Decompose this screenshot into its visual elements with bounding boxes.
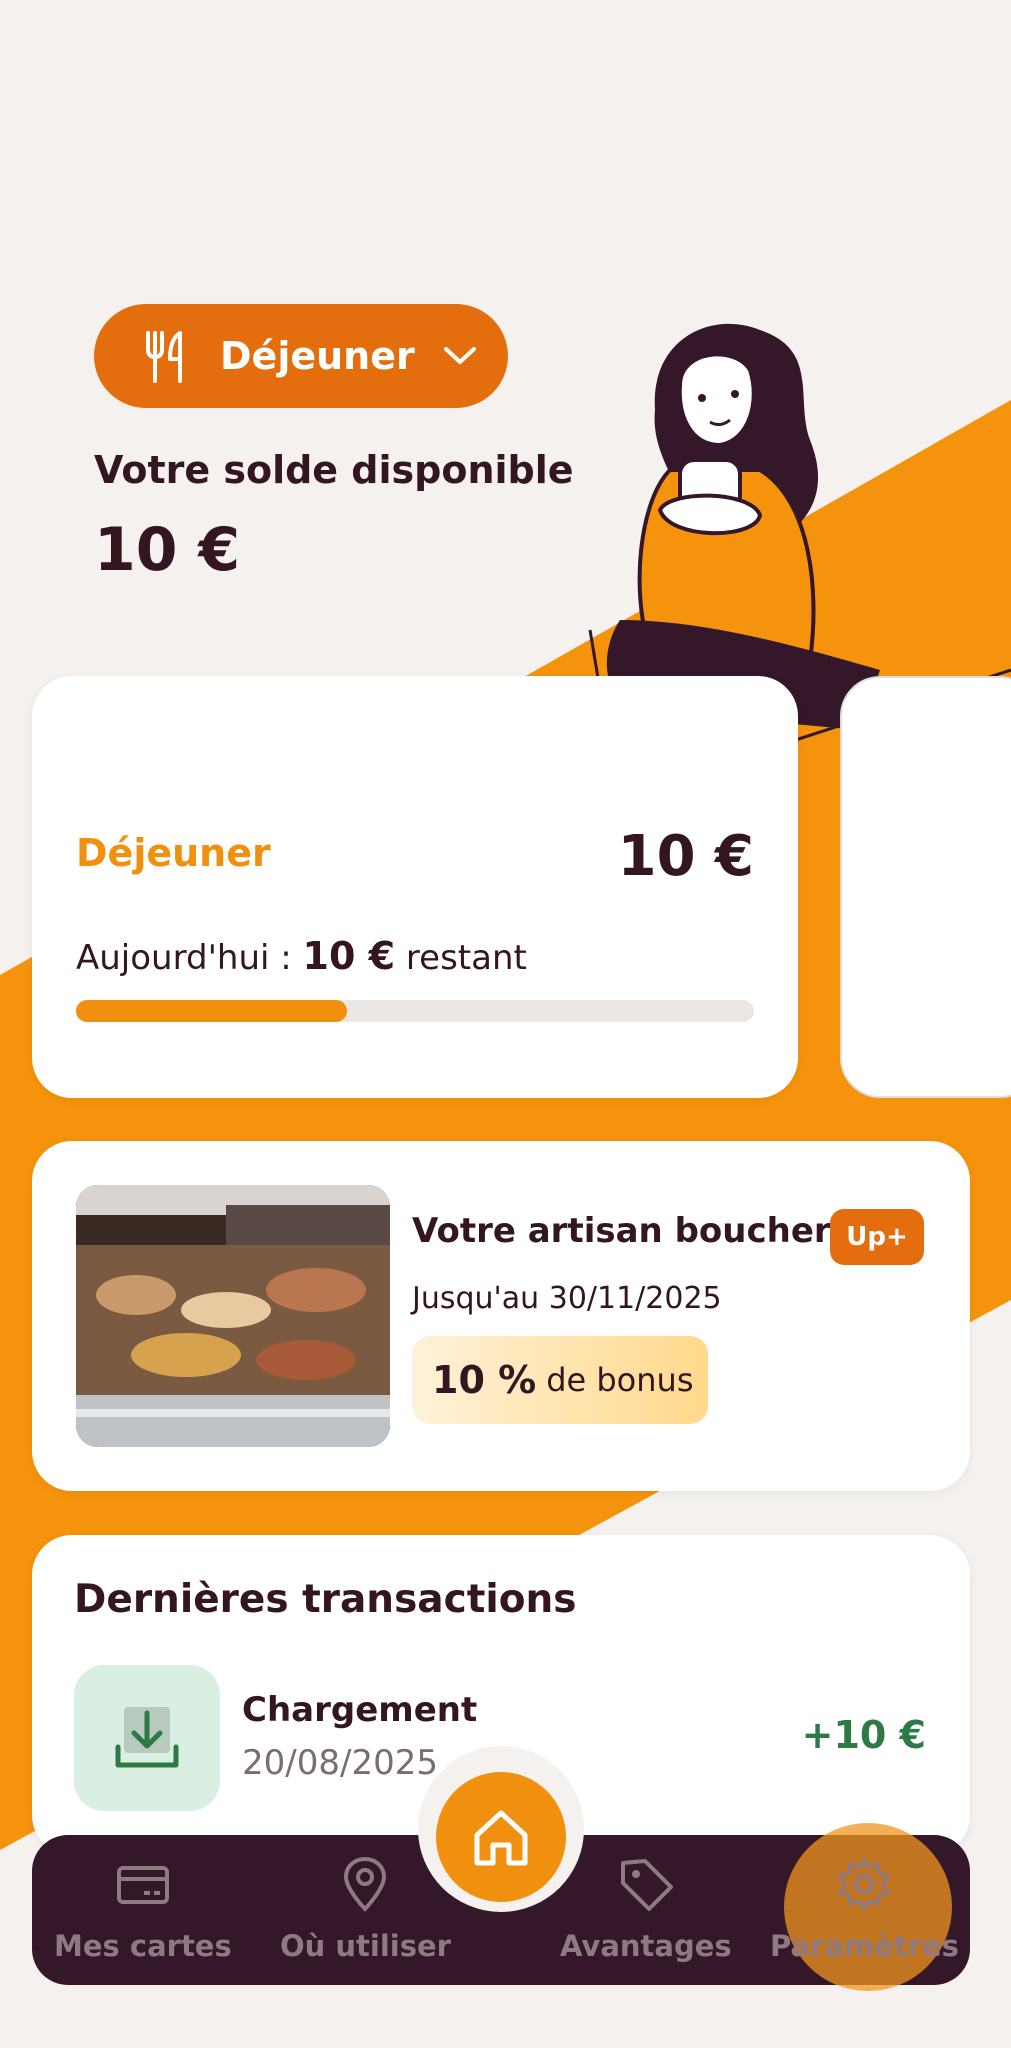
butcher-display-photo [76,1185,390,1447]
daily-remaining-suffix: restant [405,938,527,978]
daily-remaining: Aujourd'hui : 10 € restant [76,934,527,978]
nav-label: Avantages [560,1929,732,1963]
chevron-down-icon [443,347,476,364]
location-pin-icon [344,1856,387,1912]
balance-title: Votre solde disponible [94,448,574,492]
transaction-name: Chargement [242,1690,478,1730]
nav-item-parametres[interactable]: Paramètres [770,1855,959,1963]
nav-item-ou-utiliser[interactable]: Où utiliser [280,1855,451,1963]
home-icon [474,1810,528,1866]
download-icon [115,1707,179,1768]
balance-value: 10 € [94,515,241,585]
transaction-date: 20/08/2025 [242,1743,438,1783]
nav-item-mes-cartes[interactable]: Mes cartes [54,1855,232,1963]
daily-remaining-prefix: Aujourd'hui : [76,938,292,978]
gear-icon [838,1858,891,1910]
nav-home-button[interactable] [436,1772,566,1902]
daily-remaining-amount: 10 € [302,934,396,978]
transaction-amount: +10 € [801,1713,926,1757]
daily-progress-bar [76,1000,754,1022]
meal-selector-label: Déjeuner [220,334,415,378]
next-card-peek[interactable] [840,676,1011,1098]
card-name: Déjeuner [76,831,271,875]
bonus-value: 10 % [432,1358,537,1402]
offer-card[interactable]: Votre artisan boucher Up+ Jusqu'au 30/11… [32,1141,970,1491]
tag-icon [620,1859,673,1911]
nav-label: Mes cartes [54,1929,232,1963]
fork-knife-icon [146,331,182,383]
bonus-tag: 10 % de bonus [412,1336,708,1424]
meal-selector-button[interactable]: Déjeuner [94,304,508,408]
offer-date: Jusqu'au 30/11/2025 [412,1281,722,1316]
card-amount: 10 € [617,824,754,889]
nav-label: Où utiliser [280,1929,451,1963]
card-icon [116,1866,169,1904]
transactions-title: Dernières transactions [74,1577,577,1622]
offer-title: Votre artisan boucher [412,1211,831,1251]
balance-card-dejeuner[interactable]: Déjeuner 10 € Aujourd'hui : 10 € restant [32,676,798,1098]
daily-progress-fill [76,1000,348,1022]
nav-label: Paramètres [770,1929,959,1963]
bonus-label: de bonus [546,1361,694,1399]
nav-item-avantages[interactable]: Avantages [560,1855,732,1963]
upplus-badge: Up+ [830,1209,924,1265]
transaction-icon-box [74,1665,220,1811]
